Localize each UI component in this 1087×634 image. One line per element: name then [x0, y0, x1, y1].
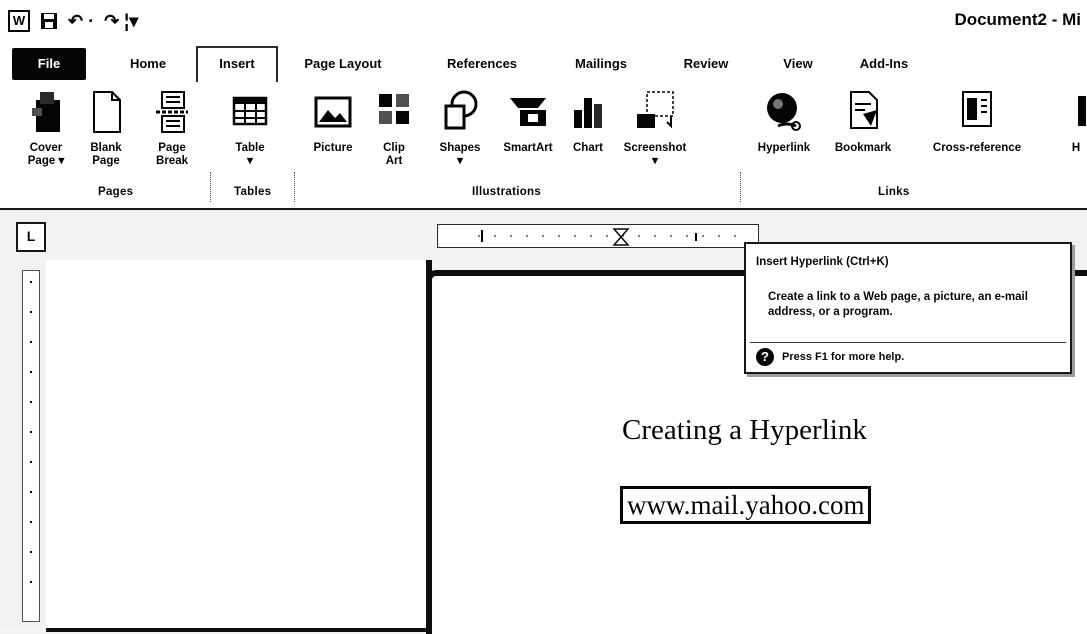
chart-button[interactable]: Chart [568, 88, 608, 155]
tab-home[interactable]: Home [112, 48, 184, 80]
clip-art-button[interactable]: Clip Art [374, 88, 414, 168]
picture-button[interactable]: Picture [304, 88, 362, 155]
group-separator [294, 172, 295, 202]
cross-reference-icon [962, 91, 992, 127]
ruler-ticks-icon [30, 281, 32, 583]
more-links-button[interactable]: H [1064, 88, 1087, 155]
title-bar: W ↶ · ↷ ¦▾ Document2 - Mi [0, 0, 1087, 42]
undo-button[interactable]: ↶ · [68, 11, 94, 32]
hyperlink-tooltip: Insert Hyperlink (Ctrl+K) Create a link … [744, 242, 1072, 374]
group-label-tables: Tables [234, 186, 272, 198]
hyperlink-text-selection[interactable]: www.mail.yahoo.com [620, 486, 872, 524]
table-button[interactable]: Table ▾ [222, 88, 278, 168]
tab-add-ins[interactable]: Add-Ins [848, 48, 920, 80]
vertical-ruler [22, 270, 40, 622]
screenshot-icon [637, 91, 674, 129]
group-label-pages: Pages [98, 186, 134, 198]
window-title: Document2 - Mi [954, 10, 1081, 29]
shapes-icon [444, 90, 478, 130]
smartart-icon [510, 98, 546, 126]
horizontal-ruler[interactable] [437, 224, 759, 248]
tooltip-divider [750, 342, 1066, 343]
blank-page-button[interactable]: Blank Page [82, 88, 130, 168]
hyperlink-globe-icon [767, 93, 801, 131]
page-break-button[interactable]: Page Break [148, 88, 196, 168]
tab-review[interactable]: Review [670, 48, 742, 80]
picture-icon [314, 96, 352, 128]
word-app-icon[interactable]: W [8, 10, 30, 32]
tooltip-help: ? Press F1 for more help. [756, 348, 904, 366]
chart-icon [574, 98, 602, 128]
tooltip-title: Insert Hyperlink (Ctrl+K) [756, 256, 889, 268]
hyperlink-button[interactable]: Hyperlink [752, 88, 816, 155]
overflow-icon [1078, 96, 1086, 126]
cover-page-icon [32, 92, 60, 132]
ribbon-tabs: File Home Insert Page Layout References … [0, 42, 1087, 84]
clip-art-icon [379, 94, 409, 124]
help-icon: ? [756, 348, 774, 366]
tab-view[interactable]: View [770, 48, 826, 80]
blank-page-icon [93, 91, 121, 133]
screenshot-button[interactable]: Screenshot ▾ [616, 88, 694, 168]
cross-reference-button[interactable]: Cross-reference [906, 88, 1048, 155]
smartart-button[interactable]: SmartArt [498, 88, 558, 155]
document-heading[interactable]: Creating a Hyperlink [622, 414, 867, 447]
tab-page-layout[interactable]: Page Layout [288, 48, 398, 80]
group-label-links: Links [878, 186, 910, 198]
group-label-illustrations: Illustrations [472, 186, 542, 198]
group-separator [740, 172, 741, 202]
ribbon-insert: Cover Page ▾ Blank Page Page Break Pages… [0, 82, 1087, 210]
group-separator [210, 172, 211, 202]
bookmark-icon [850, 91, 878, 129]
bookmark-button[interactable]: Bookmark [828, 88, 898, 155]
ruler-ticks-icon [478, 228, 738, 246]
quick-access-toolbar: W ↶ · ↷ ¦▾ [8, 10, 138, 32]
redo-button[interactable]: ↷ ¦▾ [104, 11, 138, 32]
tooltip-help-text: Press F1 for more help. [782, 351, 905, 363]
page-left [46, 260, 432, 632]
tab-references[interactable]: References [428, 48, 536, 80]
shapes-button[interactable]: Shapes ▾ [432, 88, 488, 168]
table-icon [232, 96, 268, 126]
save-icon[interactable] [40, 12, 58, 30]
tab-selector-button[interactable]: L [16, 222, 46, 252]
tab-mailings[interactable]: Mailings [556, 48, 646, 80]
tooltip-description: Create a link to a Web page, a picture, … [768, 291, 1028, 318]
page-break-icon [156, 91, 188, 133]
tab-file[interactable]: File [12, 48, 86, 80]
cover-page-button[interactable]: Cover Page ▾ [22, 88, 70, 168]
tab-insert[interactable]: Insert [196, 46, 278, 82]
